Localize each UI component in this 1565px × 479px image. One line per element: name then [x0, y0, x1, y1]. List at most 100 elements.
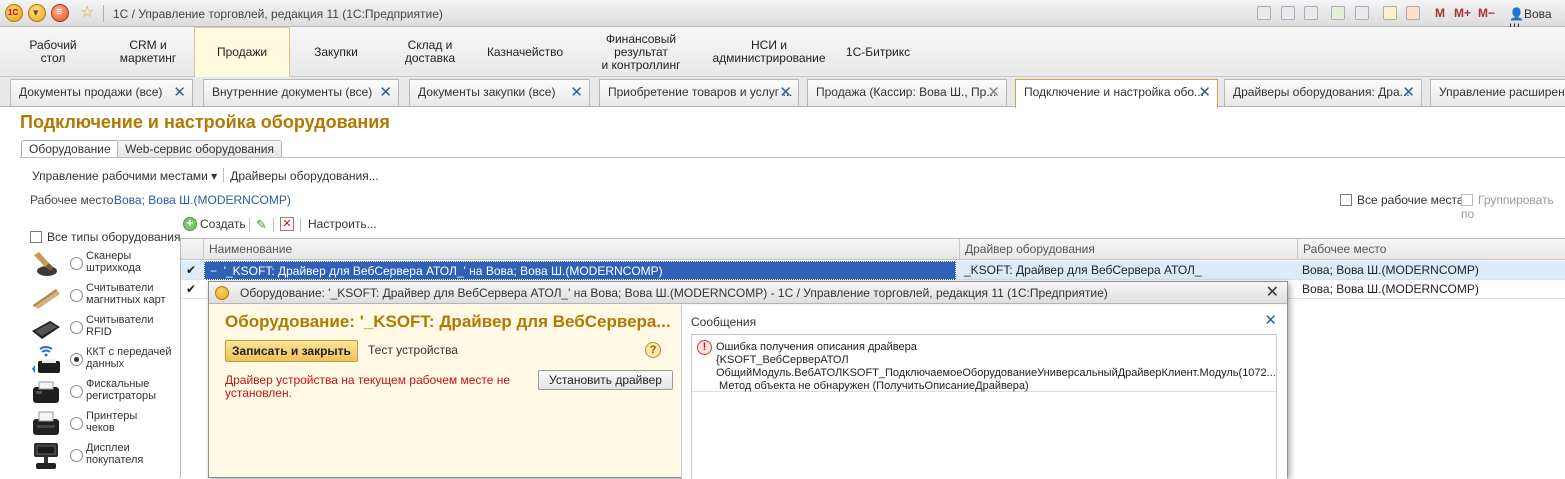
- close-icon[interactable]: ✕: [173, 80, 186, 105]
- title-bar: 1С ▾ ≡ ☆ 1С / Управление торговлей, реда…: [0, 0, 1565, 35]
- close-icon[interactable]: ✕: [1198, 80, 1211, 105]
- form-command-bar: Управление рабочими местами ▾ Драйверы об…: [32, 168, 379, 183]
- close-icon[interactable]: ✕: [1402, 80, 1415, 105]
- radio-button[interactable]: [70, 257, 83, 270]
- tab-web-service[interactable]: Web-сервис оборудования: [117, 140, 282, 158]
- create-button[interactable]: Создать: [200, 217, 246, 231]
- checkbox-box[interactable]: [1340, 194, 1352, 206]
- radio-button[interactable]: [70, 417, 83, 430]
- section-desktop[interactable]: Рабочий стол: [14, 27, 92, 77]
- section-treasury[interactable]: Казначейство: [480, 27, 570, 77]
- message-line: Ошибка получения описания драйвера: [716, 341, 917, 353]
- tab-purchase-documents[interactable]: Документы закупки (все) ✕: [409, 79, 590, 106]
- functions-menu-button[interactable]: ≡: [51, 4, 69, 22]
- section-purchases[interactable]: Закупки: [300, 27, 372, 77]
- menu-icon: ≡: [56, 6, 63, 18]
- link-icon[interactable]: [1355, 6, 1369, 20]
- barcode-scanner-icon: [34, 252, 57, 276]
- save-and-close-button[interactable]: Записать и закрыть: [225, 340, 358, 362]
- list-item[interactable]: ! Ошибка получения описания драйвера {KS…: [692, 335, 1276, 392]
- column-header-name[interactable]: Наименование: [203, 239, 959, 260]
- group-by-checkbox[interactable]: Группировать по: [1461, 193, 1565, 221]
- type-customer-displays[interactable]: Дисплеи покупателя: [30, 440, 178, 472]
- main-menu-button[interactable]: ▾: [28, 4, 46, 22]
- close-icon[interactable]: ✕: [1264, 311, 1277, 329]
- close-icon[interactable]: ✕: [379, 80, 392, 105]
- section-nsi-admin[interactable]: НСИ и администрирование: [712, 27, 825, 77]
- section-crm[interactable]: CRM и маркетинг: [106, 27, 190, 77]
- radio-button[interactable]: [70, 385, 83, 398]
- type-kkt[interactable]: ККТ с передачей данных: [30, 344, 178, 376]
- print-icon[interactable]: [1281, 6, 1295, 20]
- manage-workplaces-button[interactable]: Управление рабочими местами ▾: [32, 169, 217, 183]
- save-icon[interactable]: [1257, 6, 1271, 20]
- receipt-printer-icon: [33, 411, 59, 435]
- tab-goods-acquisition[interactable]: Приобретение товаров и услуг ... ✕: [599, 79, 799, 106]
- messages-title: Сообщения: [691, 315, 757, 329]
- type-fiscal-registers[interactable]: Фискальные регистраторы: [30, 376, 178, 408]
- column-header-workplace[interactable]: Рабочее место: [1297, 239, 1565, 260]
- window-title: 1С / Управление торговлей, редакция 11 (…: [113, 7, 443, 21]
- table-row[interactable]: ✔ − '_KSOFT: Драйвер для ВебСервера АТОЛ…: [181, 261, 1565, 280]
- memory-m-button[interactable]: M: [1435, 6, 1445, 20]
- workplace-link[interactable]: Вова; Вова Ш.(MODERNCOMP): [114, 193, 291, 207]
- rfid-reader-icon: [32, 321, 60, 339]
- check-mark-icon: ✔: [186, 282, 197, 296]
- type-card-readers[interactable]: Считыватели магнитных карт: [30, 280, 178, 312]
- cell-driver: _KSOFT: Драйвер для ВебСервера АТОЛ_: [964, 263, 1202, 277]
- radio-button[interactable]: [70, 449, 83, 462]
- install-driver-button[interactable]: Установить драйвер: [538, 370, 673, 390]
- tabs-underline: [20, 157, 1565, 158]
- app-logo-icon[interactable]: 1С: [5, 4, 23, 22]
- drivers-button[interactable]: Драйверы оборудования...: [230, 169, 379, 183]
- favorites-star-icon[interactable]: ☆: [80, 4, 94, 22]
- cell-workplace: Вова; Вова Ш.(MODERNCOMP): [1302, 263, 1479, 277]
- section-sales[interactable]: Продажи: [194, 27, 290, 77]
- memory-minus-button[interactable]: M−: [1478, 6, 1495, 20]
- type-barcode-scanners[interactable]: Сканеры штрихкода: [30, 248, 178, 280]
- table-header: Наименование Драйвер оборудования Рабоче…: [181, 239, 1565, 260]
- test-device-button[interactable]: Тест устройства: [368, 343, 458, 357]
- close-icon[interactable]: ✕: [1266, 282, 1279, 304]
- type-rfid-readers[interactable]: Считыватели RFID: [30, 312, 178, 344]
- message-line: Метод объекта не обнаружен (ПолучитьОпис…: [716, 380, 1029, 392]
- delete-icon[interactable]: ✕: [280, 217, 294, 231]
- plus-icon[interactable]: +: [183, 217, 197, 231]
- section-financial-result[interactable]: Финансовый результат и контроллинг: [578, 27, 704, 77]
- calendar-icon[interactable]: [1406, 6, 1420, 20]
- tab-sales-documents[interactable]: Документы продажи (все) ✕: [10, 79, 193, 106]
- check-mark-icon: ✔: [186, 263, 197, 277]
- tab-internal-documents[interactable]: Внутренние документы (все) ✕: [203, 79, 399, 106]
- edit-pencil-icon[interactable]: ✎: [256, 217, 267, 233]
- memory-plus-button[interactable]: M+: [1454, 6, 1471, 20]
- card-reader-icon: [33, 289, 60, 309]
- all-workplaces-checkbox[interactable]: Все рабочие места: [1340, 193, 1464, 207]
- cell-name[interactable]: − '_KSOFT: Драйвер для ВебСервера АТОЛ_'…: [204, 261, 956, 280]
- close-icon[interactable]: ✕: [779, 80, 792, 105]
- checkbox-box[interactable]: [30, 231, 42, 243]
- setup-button[interactable]: Настроить...: [308, 217, 377, 231]
- tab-equipment-setup[interactable]: Подключение и настройка обо... ✕: [1015, 79, 1218, 108]
- close-icon[interactable]: ✕: [570, 80, 583, 105]
- page-title: Подключение и настройка оборудования: [20, 112, 390, 132]
- section-bitrix[interactable]: 1С-Битрикс: [838, 27, 918, 77]
- tab-equipment-drivers[interactable]: Драйверы оборудования: Дра... ✕: [1224, 79, 1422, 106]
- type-receipt-printers[interactable]: Принтеры чеков: [30, 408, 178, 440]
- tab-extensions[interactable]: Управление расширения: [1430, 79, 1565, 106]
- separator: [249, 218, 250, 232]
- tab-sale-cashier[interactable]: Продажа (Кассир: Вова Ш., Пр... ✕: [807, 79, 1007, 106]
- section-warehouse[interactable]: Склад и доставка: [392, 27, 468, 77]
- radio-button[interactable]: [70, 353, 83, 366]
- radio-button[interactable]: [70, 289, 83, 302]
- favorites-add-icon[interactable]: [1331, 6, 1345, 20]
- column-header-driver[interactable]: Драйвер оборудования: [959, 239, 1297, 260]
- checkbox-box[interactable]: [1461, 194, 1473, 206]
- all-types-checkbox[interactable]: Все типы оборудования: [30, 230, 180, 244]
- help-icon[interactable]: ?: [645, 342, 661, 358]
- close-icon[interactable]: ✕: [987, 80, 1000, 105]
- calculator-icon[interactable]: [1383, 6, 1397, 20]
- radio-button[interactable]: [70, 321, 83, 334]
- copy-icon[interactable]: [1304, 6, 1318, 20]
- tab-equipment[interactable]: Оборудование: [21, 140, 119, 158]
- driver-warning-text: Драйвер устройства на текущем рабочем ме…: [225, 373, 511, 400]
